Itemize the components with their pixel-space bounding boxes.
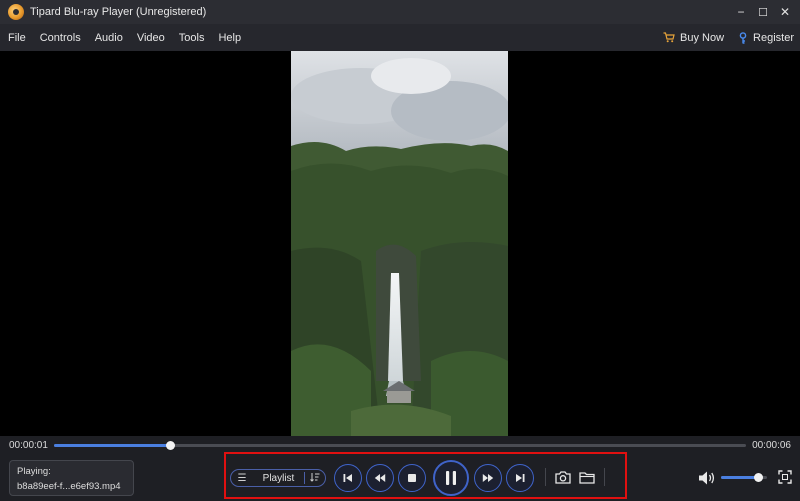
app-logo-icon <box>8 4 24 20</box>
buy-now-label: Buy Now <box>680 31 725 44</box>
title-bar: Tipard Blu-ray Player (Unregistered) − ☐… <box>0 0 800 24</box>
pause-button[interactable] <box>433 460 469 496</box>
rewind-icon <box>374 474 386 482</box>
fast-forward-icon <box>482 474 494 482</box>
menu-controls[interactable]: Controls <box>33 32 88 44</box>
cart-icon <box>663 32 675 43</box>
close-button[interactable]: ✕ <box>774 0 796 24</box>
video-area[interactable] <box>0 51 800 436</box>
menu-file[interactable]: File <box>0 32 33 44</box>
fullscreen-icon <box>778 470 792 484</box>
window-controls: − ☐ ✕ <box>730 0 800 24</box>
next-icon <box>516 474 525 482</box>
menu-help[interactable]: Help <box>211 32 248 44</box>
menu-video[interactable]: Video <box>130 32 172 44</box>
pause-icon <box>446 471 456 485</box>
register-link[interactable]: Register <box>738 32 794 44</box>
fullscreen-button[interactable] <box>778 470 792 484</box>
previous-button[interactable] <box>334 464 362 492</box>
control-bar: Playing: b8a89eef-f...e6ef93.mp4 ☰ Playl… <box>0 452 800 501</box>
playlist-button[interactable]: ☰ Playlist <box>230 469 326 487</box>
seek-knob[interactable] <box>165 441 175 450</box>
sort-icon[interactable] <box>305 472 325 485</box>
now-playing-filename: b8a89eef-f...e6ef93.mp4 <box>17 481 121 492</box>
camera-icon <box>555 470 571 484</box>
rewind-button[interactable] <box>366 464 394 492</box>
snapshot-button[interactable] <box>554 469 572 485</box>
video-frame <box>291 51 508 436</box>
volume-knob[interactable] <box>753 473 763 482</box>
key-icon <box>739 31 747 44</box>
previous-icon <box>343 474 352 482</box>
list-icon: ☰ <box>237 472 247 484</box>
seek-bar-fill <box>54 444 170 447</box>
current-time: 00:00:01 <box>9 440 48 451</box>
stop-button[interactable] <box>398 464 426 492</box>
open-file-button[interactable] <box>578 469 596 485</box>
menu-audio[interactable]: Audio <box>88 32 130 44</box>
window-title: Tipard Blu-ray Player (Unregistered) <box>30 6 207 18</box>
now-playing-box: Playing: b8a89eef-f...e6ef93.mp4 <box>9 460 134 496</box>
next-button[interactable] <box>506 464 534 492</box>
minimize-button[interactable]: − <box>730 0 752 24</box>
speaker-icon <box>699 471 715 485</box>
toolbar-divider <box>545 468 546 486</box>
waterfall-video-image <box>291 51 508 436</box>
volume-slider-fill <box>721 476 758 479</box>
maximize-button[interactable]: ☐ <box>752 0 774 24</box>
seek-bar[interactable] <box>54 441 746 450</box>
volume-slider[interactable] <box>721 473 767 482</box>
total-time: 00:00:06 <box>752 440 791 451</box>
toolbar-divider-2 <box>604 468 605 486</box>
volume-button[interactable] <box>698 470 716 486</box>
register-label: Register <box>753 31 794 44</box>
stop-icon <box>408 474 416 482</box>
playlist-label: Playlist <box>262 472 295 484</box>
menu-bar: File Controls Audio Video Tools Help Buy… <box>0 24 800 51</box>
buy-now-link[interactable]: Buy Now <box>663 32 724 44</box>
folder-icon <box>579 471 595 484</box>
fast-forward-button[interactable] <box>474 464 502 492</box>
now-playing-label: Playing: <box>17 466 51 477</box>
menu-tools[interactable]: Tools <box>172 32 212 44</box>
